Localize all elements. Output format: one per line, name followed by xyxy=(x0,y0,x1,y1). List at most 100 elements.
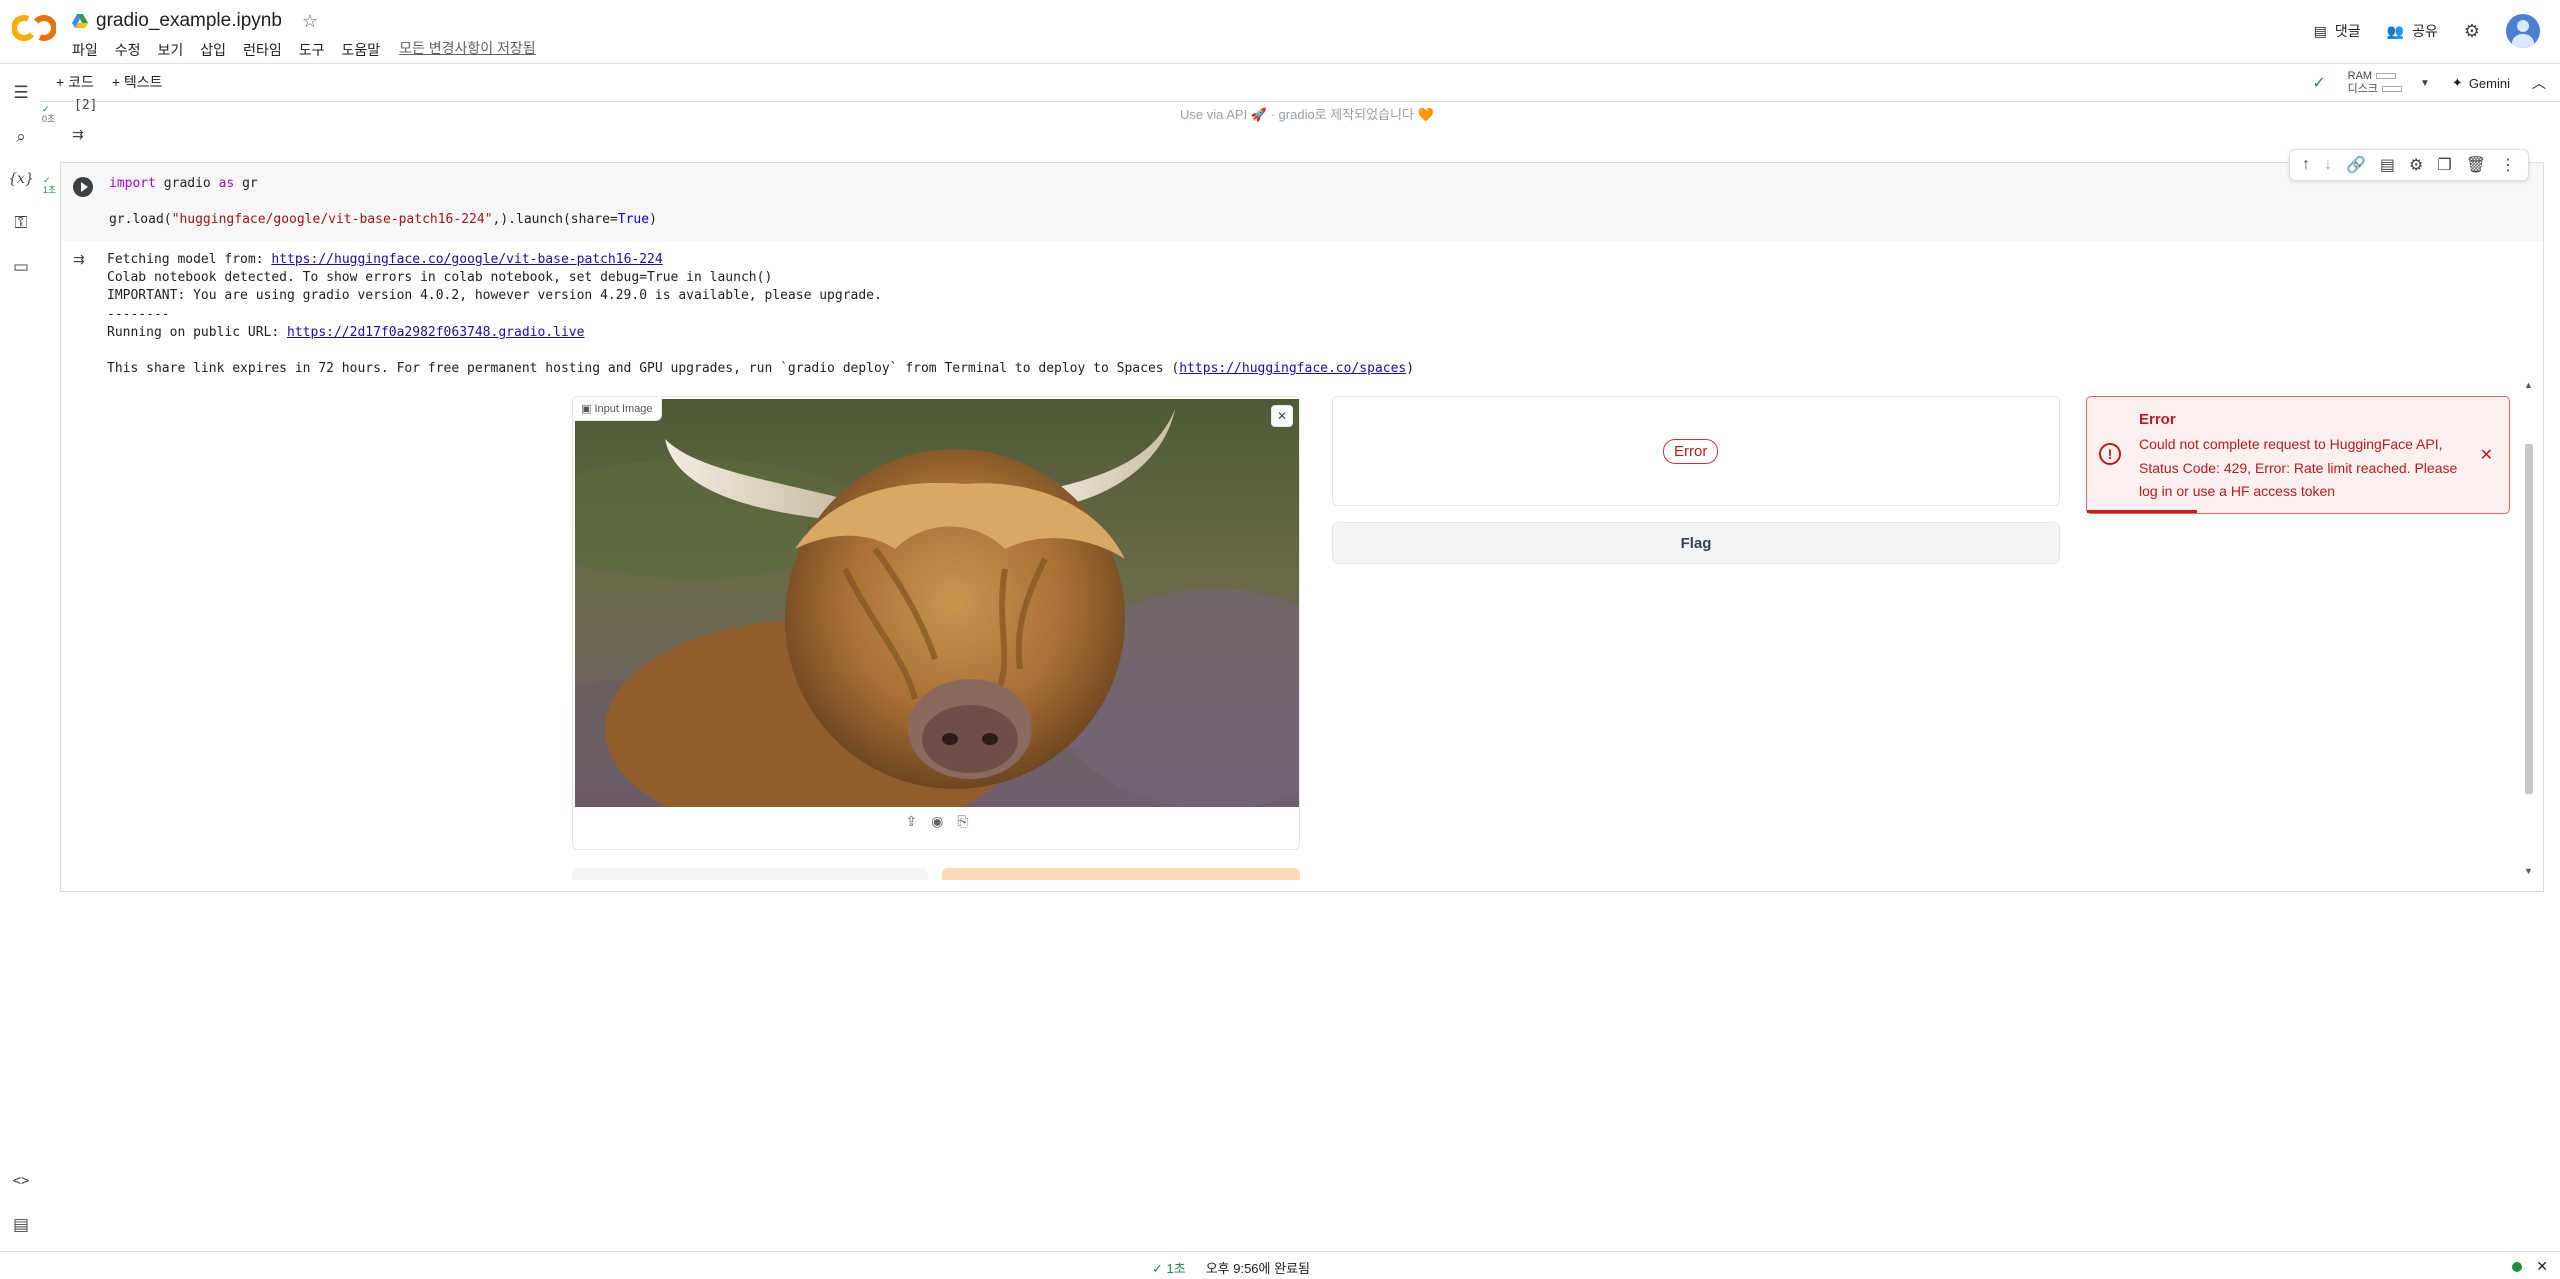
output-share-close: ) xyxy=(1406,361,1415,377)
menu-edit[interactable]: 수정 xyxy=(115,38,150,62)
gemini-label: Gemini xyxy=(2468,75,2510,91)
code-editor[interactable]: import gradio as gr gr.load("huggingface… xyxy=(109,175,657,229)
submit-button[interactable] xyxy=(942,868,1300,880)
connected-check-icon: ✓ xyxy=(2312,75,2326,92)
app-header: gradio_example.ipynb ☆ 파일 수정 보기 삽입 런타임 도… xyxy=(0,0,2560,64)
gemini-sparkle-icon: ✦ xyxy=(2451,75,2463,90)
mirror-cell-icon[interactable]: ❐ xyxy=(2437,155,2451,175)
runtime-dropdown-icon[interactable]: ▼ xyxy=(2420,78,2430,89)
link-icon[interactable]: 🔗 xyxy=(2346,155,2366,175)
cell-check-icon: ✓ xyxy=(43,175,51,185)
code-module: gradio xyxy=(155,176,219,191)
saved-status-link[interactable]: 모든 변경사항이 저장됨 xyxy=(399,38,536,62)
star-icon[interactable]: ☆ xyxy=(302,11,318,32)
settings-gear-icon[interactable]: ⚙ xyxy=(2464,21,2480,42)
add-text-button[interactable]: + 텍스트 xyxy=(112,72,163,92)
collapse-chevron-icon[interactable]: ︿ xyxy=(2532,73,2546,93)
input-image-label: ▣ Input Image xyxy=(573,397,662,421)
menu-insert[interactable]: 삽입 xyxy=(200,38,235,62)
public-url-link[interactable]: https://2d17f0a2982f063748.gradio.live xyxy=(287,325,584,340)
terminal-icon[interactable]: ▤ xyxy=(10,1214,32,1236)
error-alert-icon: ! xyxy=(2099,443,2121,465)
output-toggle-icon[interactable]: ⇉ xyxy=(73,251,85,268)
more-options-icon[interactable]: ⋮ xyxy=(2500,155,2516,175)
prev-cell-exec-time: ✓ 0초 xyxy=(42,104,55,124)
scrollbar-thumb[interactable] xyxy=(2525,444,2533,794)
left-sidebar: ☰ ⌕ {x} ⚿ ▭ <> ▤ xyxy=(0,64,40,1251)
image-source-toolbar: ⇪ ◉ ⎘ xyxy=(573,813,1301,830)
secrets-key-icon[interactable]: ⚿ xyxy=(10,212,32,234)
menu-tools[interactable]: 도구 xyxy=(299,38,334,62)
menu-runtime[interactable]: 런타임 xyxy=(243,38,291,62)
status-check-time: ✓ 1초 xyxy=(1152,1261,1186,1276)
clipboard-icon[interactable]: ⎘ xyxy=(957,813,968,830)
run-cell-button[interactable] xyxy=(73,177,93,197)
prev-output-toggle-icon[interactable]: ⇉ xyxy=(72,126,84,143)
delete-cell-icon[interactable]: 🗑 xyxy=(2466,155,2486,175)
output-share-notice: This share link expires in 72 hours. For… xyxy=(107,361,1180,377)
google-drive-icon xyxy=(72,14,88,28)
menu-bar: 파일 수정 보기 삽입 런타임 도구 도움말 모든 변경사항이 저장됨 xyxy=(72,38,536,62)
files-folder-icon[interactable]: ▭ xyxy=(10,256,32,278)
close-statusbar-icon[interactable]: ✕ xyxy=(2536,1258,2548,1275)
error-toast: ! Error Could not complete request to Hu… xyxy=(2086,396,2510,514)
model-link[interactable]: https://huggingface.co/google/vit-base-p… xyxy=(271,252,662,267)
comment-cell-icon[interactable]: ▤ xyxy=(2380,155,2395,175)
doc-title[interactable]: gradio_example.ipynb xyxy=(96,10,282,32)
output-fetch-prefix: Fetching model from: xyxy=(107,252,272,267)
add-code-button[interactable]: + 코드 xyxy=(56,72,94,92)
clear-image-close-icon[interactable]: ✕ xyxy=(1271,405,1293,427)
output-error-badge: Error xyxy=(1663,439,1719,464)
toast-timer-bar xyxy=(2087,510,2197,513)
scroll-up-arrow-icon[interactable]: ▲ xyxy=(2524,380,2533,390)
move-up-icon[interactable]: ↑ xyxy=(2302,156,2310,174)
gradio-app-frame: ▣ Input Image ✕ ⇪ ◉ ⎘ Error Flag ! Error… xyxy=(572,396,2532,880)
output-version-warning: IMPORTANT: You are using gradio version … xyxy=(107,288,882,304)
scroll-down-arrow-icon[interactable]: ▼ xyxy=(2524,866,2533,876)
gemini-button[interactable]: ✦ Gemini xyxy=(2452,75,2510,91)
cell-code-area[interactable]: ✓ 1초 import gradio as gr gr.load("huggin… xyxy=(43,149,2543,241)
move-down-icon[interactable]: ↓ xyxy=(2324,156,2332,174)
table-of-contents-icon[interactable]: ☰ xyxy=(10,82,32,104)
status-bar: ✓ 1초 오후 9:56에 완료됨 ✕ xyxy=(0,1251,2560,1279)
output-colab-notice: Colab notebook detected. To show errors … xyxy=(107,270,773,286)
cell-exec-time: ✓ 1초 xyxy=(43,175,56,195)
disk-bar xyxy=(2382,86,2402,93)
share-label: 공유 xyxy=(2412,23,2438,39)
ram-label: RAM xyxy=(2347,70,2373,82)
share-button[interactable]: 👥 공유 xyxy=(2387,21,2438,41)
upload-icon[interactable]: ⇪ xyxy=(905,813,917,830)
variables-icon[interactable]: {x} xyxy=(8,168,34,190)
flag-button[interactable]: Flag xyxy=(1332,522,2060,564)
highland-cow-image xyxy=(575,399,1299,807)
menu-view[interactable]: 보기 xyxy=(158,38,193,62)
notebook-toolbar: + 코드 + 텍스트 ✓ RAM 디스크 ▼ ✦ Gemini ︿ xyxy=(40,64,2560,102)
comments-button[interactable]: ▤ 댓글 xyxy=(2314,21,2361,41)
doc-title-row: gradio_example.ipynb ☆ xyxy=(72,8,318,34)
menu-help[interactable]: 도움말 xyxy=(341,38,389,62)
gradio-scrollbar[interactable]: ▲ ▼ xyxy=(2522,380,2536,876)
cell-settings-icon[interactable]: ⚙ xyxy=(2409,155,2423,175)
colab-logo[interactable] xyxy=(12,12,56,44)
account-avatar[interactable] xyxy=(2506,14,2540,48)
output-separator: -------- xyxy=(107,306,170,322)
menu-file[interactable]: 파일 xyxy=(72,38,107,62)
code-true-literal: True xyxy=(617,212,650,227)
spaces-link[interactable]: https://huggingface.co/spaces xyxy=(1179,361,1406,376)
resources-indicator[interactable]: RAM 디스크 ▼ xyxy=(2348,70,2430,96)
search-icon[interactable]: ⌕ xyxy=(10,126,32,148)
toast-close-icon[interactable]: ✕ xyxy=(2480,445,2493,465)
disk-label: 디스크 xyxy=(2347,83,2378,95)
code-keyword-as: as xyxy=(218,176,235,191)
prev-cell-exec-label: 0초 xyxy=(42,114,56,124)
webcam-icon[interactable]: ◉ xyxy=(931,813,943,830)
status-completed-time[interactable]: 오후 9:56에 완료됨 xyxy=(1206,1258,1310,1277)
comment-icon: ▤ xyxy=(2313,22,2327,39)
code-snippets-icon[interactable]: <> xyxy=(10,1170,32,1192)
output-running-prefix: Running on public URL: xyxy=(107,324,288,340)
comments-label: 댓글 xyxy=(2334,23,2361,39)
code-close-paren: ) xyxy=(649,212,657,227)
code-load-call: gr.load( xyxy=(109,212,172,227)
toast-title: Error xyxy=(2139,411,2176,428)
clear-button[interactable] xyxy=(572,868,928,880)
